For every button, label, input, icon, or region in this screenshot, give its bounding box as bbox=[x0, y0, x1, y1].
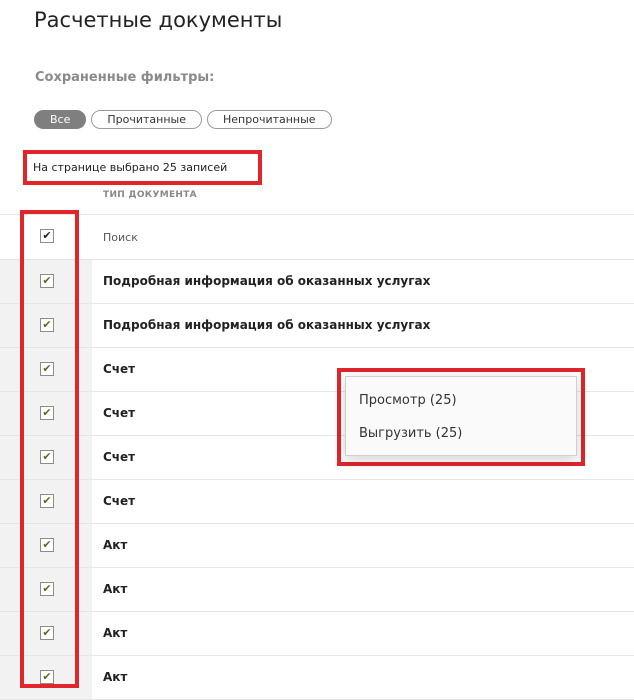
document-type-cell[interactable]: Акт bbox=[103, 656, 127, 699]
row-checkbox[interactable]: ✔ bbox=[40, 626, 54, 640]
row-checkbox[interactable]: ✔ bbox=[40, 538, 54, 552]
row-checkbox[interactable]: ✔ bbox=[40, 450, 54, 464]
menu-item-view[interactable]: Просмотр (25) bbox=[346, 384, 576, 417]
document-type-cell[interactable]: Счет bbox=[103, 348, 135, 391]
filter-all[interactable]: Все bbox=[34, 110, 87, 129]
row-checkbox[interactable]: ✔ bbox=[40, 274, 54, 288]
page-title: Расчетные документы bbox=[34, 8, 283, 32]
row-checkbox[interactable]: ✔ bbox=[40, 318, 54, 332]
filter-unread[interactable]: Непрочитанные bbox=[207, 110, 332, 129]
row-cell-bg bbox=[92, 656, 634, 699]
select-all-checkbox[interactable]: ✔ bbox=[40, 229, 54, 243]
table-row[interactable]: ✔ Акт bbox=[0, 612, 634, 656]
row-checkbox[interactable]: ✔ bbox=[40, 494, 54, 508]
row-cell-bg bbox=[92, 480, 634, 523]
table-row[interactable]: ✔ Подробная информация об оказанных услуг… bbox=[0, 304, 634, 348]
row-checkbox[interactable]: ✔ bbox=[40, 582, 54, 596]
document-type-cell[interactable]: Акт bbox=[103, 568, 127, 611]
filter-pills: Все Прочитанные Непрочитанные bbox=[34, 110, 332, 129]
row-cell-bg bbox=[92, 568, 634, 611]
document-type-cell[interactable]: Счет bbox=[103, 480, 135, 523]
search-row: ✔ bbox=[0, 214, 634, 260]
document-type-cell[interactable]: Счет bbox=[103, 392, 135, 435]
table-row[interactable]: ✔ Счет bbox=[0, 480, 634, 524]
search-input[interactable] bbox=[103, 226, 603, 248]
row-checkbox[interactable]: ✔ bbox=[40, 406, 54, 420]
table-row[interactable]: ✔ Акт bbox=[0, 524, 634, 568]
table-row[interactable]: ✔ Акт bbox=[0, 656, 634, 700]
document-type-cell[interactable]: Акт bbox=[103, 612, 127, 655]
row-checkbox[interactable]: ✔ bbox=[40, 670, 54, 684]
column-header-doc-type[interactable]: ТИП ДОКУМЕНТА bbox=[103, 190, 197, 200]
row-cell-bg bbox=[92, 524, 634, 567]
document-type-cell[interactable]: Подробная информация об оказанных услуга… bbox=[103, 260, 430, 303]
table-row[interactable]: ✔ Акт bbox=[0, 568, 634, 612]
row-checkbox[interactable]: ✔ bbox=[40, 362, 54, 376]
menu-item-export[interactable]: Выгрузить (25) bbox=[346, 417, 576, 450]
saved-filters-label: Сохраненные фильтры: bbox=[35, 70, 215, 85]
table-row[interactable]: ✔ Подробная информация об оказанных услуг… bbox=[0, 260, 634, 304]
document-type-cell[interactable]: Счет bbox=[103, 436, 135, 479]
document-type-cell[interactable]: Подробная информация об оказанных услуга… bbox=[103, 304, 430, 347]
filter-read[interactable]: Прочитанные bbox=[91, 110, 202, 129]
context-menu: Просмотр (25) Выгрузить (25) bbox=[345, 376, 577, 456]
selection-info: На странице выбрано 25 записей bbox=[23, 150, 262, 185]
document-type-cell[interactable]: Акт bbox=[103, 524, 127, 567]
row-cell-bg bbox=[92, 612, 634, 655]
